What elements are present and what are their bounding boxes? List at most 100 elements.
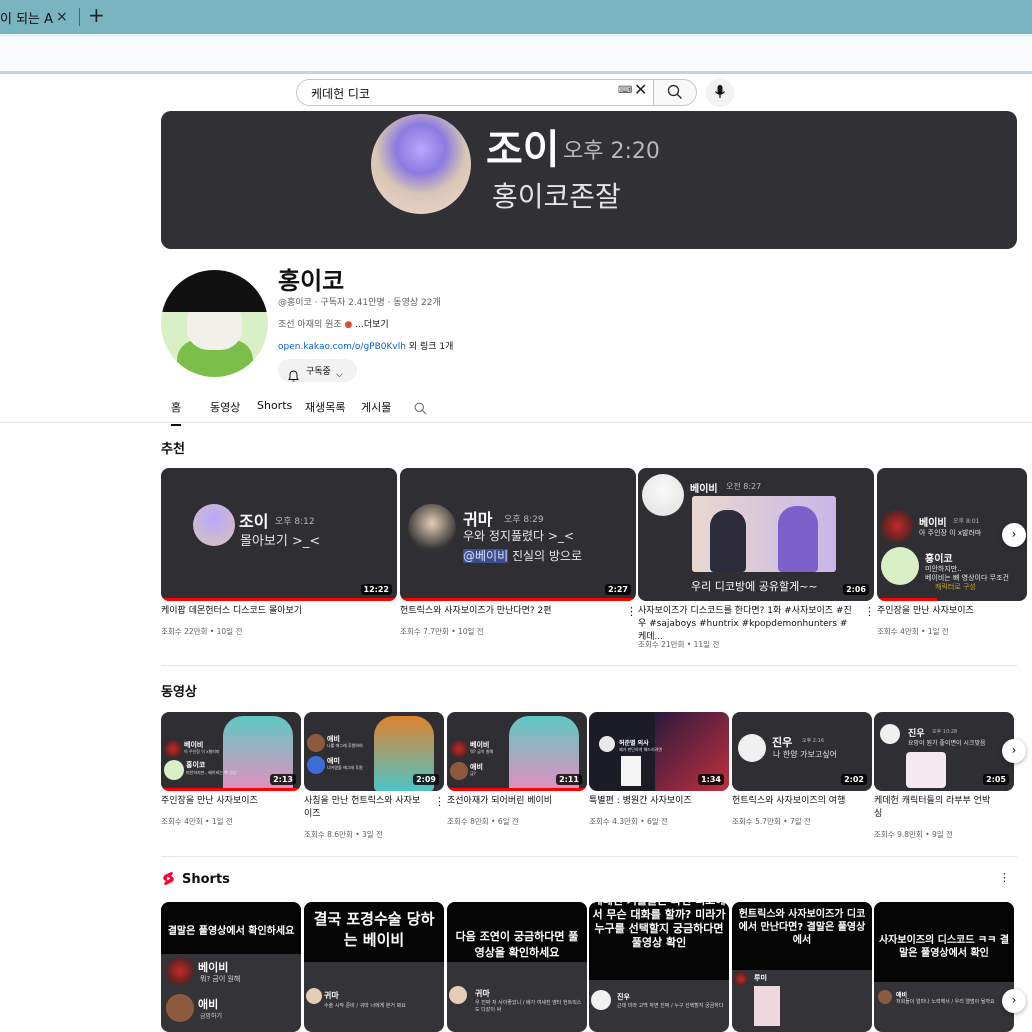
video-duration: 2:06 <box>843 584 869 595</box>
bell-icon <box>288 370 299 385</box>
channel-link-more[interactable]: 외 링크 1개 <box>406 342 454 352</box>
more-options-icon[interactable]: ⋮ <box>864 605 874 618</box>
short-name: 루미 <box>754 974 767 982</box>
video-title[interactable]: 조선아재가 되어버린 베이비 <box>447 795 577 808</box>
more-options-icon[interactable]: ⋮ <box>626 605 636 618</box>
video-card[interactable]: 진우 오후 10:28 요망이 뭔가 좋이면이 시크맞음 2:05 케데헌 캐릭… <box>874 712 1024 842</box>
video-duration: 2:27 <box>605 584 631 595</box>
next-arrow-button[interactable]: › <box>1002 739 1026 763</box>
watch-progress-bar <box>447 788 587 791</box>
more-link[interactable]: ...더보기 <box>355 320 388 330</box>
short-card[interactable]: 다음 조연이 궁금하다면 풀영상을 확인하세요 귀마 우 진짜 저 사이좋았니 … <box>447 902 587 1032</box>
thumb-avatar <box>599 736 615 752</box>
short-name: 귀마 <box>475 989 490 998</box>
shorts-title: Shorts <box>182 872 230 887</box>
video-title[interactable]: 케이팝 데몬헌터스 디스코드 몰아보기 <box>161 605 387 618</box>
shorts-menu-icon[interactable]: ⋮ <box>999 871 1010 884</box>
short-message: 수술 시작 준비 / 귀마 너에게 본거 봐요 <box>324 1003 406 1009</box>
thumb-message: 아 주인장 이 x발러마 <box>919 529 982 537</box>
keyboard-icon[interactable]: ⌨ <box>618 85 632 96</box>
short-card[interactable]: 결말은 풀영상에서 확인하세요 베이비 뭐? 금이 원해 애비 금망하기 <box>161 902 301 1032</box>
video-card[interactable]: 베이비 오후 8:01 아 주인장 이 x발러마 홍이코 미안하지만.. 베이비… <box>877 468 1032 648</box>
video-title[interactable]: 헌트릭스와 사자보이즈의 여행 <box>732 795 862 808</box>
thumb-name-2: 홍이코 <box>925 554 953 565</box>
short-card[interactable]: 케데헌 커플들은 과연 디코에서 무슨 대화를 할까? 미라가 누구를 선택할지… <box>589 902 729 1032</box>
video-thumbnail[interactable]: 진우 오후 10:28 요망이 뭔가 좋이면이 시크맞음 2:05 <box>874 712 1014 791</box>
short-headline: 결국 포경수술 당하는 베이비 <box>304 902 444 962</box>
thumb-message: 요망이 뭔가 좋이면이 시크맞음 <box>908 740 986 747</box>
short-image <box>754 986 780 1026</box>
thumb-time: 오후 2:16 <box>802 738 825 744</box>
thumb-message-2: @베이비 진실의 방으로 <box>463 547 582 564</box>
thumb-message: 나 한양 가보고싶어 <box>773 750 837 759</box>
video-card[interactable]: 진우 오후 2:16 나 한양 가보고싶어 2:02 헌트릭스와 사자보이즈의 … <box>732 712 872 842</box>
thumb-message-2: 미안하지만.. 베이비는 뼈 영상 <box>186 770 237 775</box>
mention-text: 진실의 방으로 <box>508 549 582 563</box>
clear-search-icon[interactable]: ✕ <box>634 80 647 99</box>
short-avatar <box>591 990 611 1010</box>
video-meta: 조회수 4.3만회 • 6일 전 <box>589 817 668 826</box>
next-arrow-button[interactable]: › <box>1002 989 1026 1013</box>
video-duration: 2:13 <box>270 774 296 785</box>
video-thumbnail[interactable]: 진우 오후 2:16 나 한양 가보고싶어 2:02 <box>732 712 872 791</box>
video-thumbnail[interactable]: 조이 오후 8:12 몰아보기 >_< 12:22 <box>161 468 397 601</box>
more-options-icon[interactable]: ⋮ <box>434 795 444 808</box>
video-card[interactable]: 베이비 이 주인장 이 x발러마 홍이코 미안하지만.. 베이비는 뼈 영상 2… <box>161 712 301 842</box>
tab-separator <box>79 8 80 26</box>
short-card[interactable]: 결국 포경수술 당하는 베이비 귀마 수술 시작 준비 / 귀마 너에게 본거 … <box>304 902 444 1032</box>
search-button[interactable] <box>654 79 697 106</box>
video-title[interactable]: 사칭을 만난 헌트릭스와 사자보이즈 <box>304 795 422 821</box>
thumb-message: 몰아보기 >_< <box>240 534 321 549</box>
channel-avatar[interactable] <box>161 270 268 377</box>
tab-posts[interactable]: 게시물 <box>361 399 391 415</box>
video-card[interactable]: 베이비 뭐? 금이 원해 애비 금? 2:11 조선아재가 되어버린 베이비 조… <box>447 712 587 842</box>
banner-time: 오후 2:20 <box>563 139 660 164</box>
video-title[interactable]: 케데헌 캐릭터들의 라부부 언박싱 <box>874 795 998 821</box>
thumb-message: 우리 디코방에 공유할게~~ <box>691 580 818 593</box>
video-duration: 2:02 <box>841 774 867 785</box>
chevron-right-icon: › <box>1011 993 1017 1007</box>
subscribe-button[interactable]: 구독중 ⌵ <box>278 359 357 382</box>
video-card[interactable]: 조이 오후 8:12 몰아보기 >_< 12:22 케이팝 데몬헌터스 디스코드… <box>161 468 397 648</box>
video-title[interactable]: 주인장을 만난 사자보이즈 <box>877 605 1027 618</box>
thumb-avatar-2 <box>307 756 325 774</box>
channel-description[interactable]: 조선 아재의 원조 ● ...더보기 <box>278 317 389 330</box>
video-card[interactable]: 베이비 오전 8:27 우리 디코방에 공유할게~~ 2:06 사자보이즈가 디… <box>638 468 874 653</box>
video-card[interactable]: 허준별 의사 제가 판단하게 해드리려면 1:34 특별편 : 병원간 사자보이… <box>589 712 729 842</box>
video-card[interactable]: 귀마 오후 8:29 우와 정지풀렸다 >_< @베이비 진실의 방으로 2:2… <box>400 468 636 648</box>
voice-search-button[interactable] <box>706 79 734 107</box>
search-input[interactable]: 케데헌 디코 <box>296 79 654 106</box>
browser-tab-title: 이 되는 A <box>0 12 54 27</box>
short-card[interactable]: 사자보이즈의 디스코드 ㅋㅋ 결말은 풀영상에서 확인 애비 저희들이 얼마나 … <box>874 902 1014 1032</box>
short-headline: 다음 조연이 궁금하다면 풀영상을 확인하세요 <box>447 902 587 962</box>
video-thumbnail[interactable]: 베이비 뭐? 금이 원해 애비 금? 2:11 <box>447 712 587 791</box>
channel-link-url[interactable]: open.kakao.com/o/gPB0Kvlh <box>278 342 406 352</box>
chevron-down-icon: ⌵ <box>336 370 343 380</box>
video-title[interactable]: 주인장을 만난 사자보이즈 <box>161 795 291 808</box>
new-tab-icon[interactable]: + <box>88 3 105 27</box>
banner-avatar <box>371 114 471 214</box>
tab-playlists[interactable]: 재생목록 <box>305 399 345 415</box>
video-thumbnail[interactable]: 귀마 오후 8:29 우와 정지풀렸다 >_< @베이비 진실의 방으로 2:2… <box>400 468 636 601</box>
video-title[interactable]: 헌트릭스와 사자보이즈가 만난다면? 2편 <box>400 605 618 618</box>
tab-videos[interactable]: 동영상 <box>210 399 240 415</box>
channel-search-icon[interactable] <box>414 400 427 419</box>
thumb-message-2: 너어렸을 애그래 후원 <box>327 765 363 770</box>
short-card[interactable]: 헌트릭스와 사자보이즈가 디코에서 만난다면? 결말은 풀영상에서 루미 <box>732 902 872 1032</box>
next-arrow-button[interactable]: › <box>1002 523 1026 547</box>
thumb-time: 오후 8:01 <box>953 518 980 525</box>
watch-progress-bar <box>161 788 301 791</box>
video-thumbnail[interactable]: 베이비 오전 8:27 우리 디코방에 공유할게~~ 2:06 <box>638 468 874 601</box>
video-thumbnail[interactable]: 허준별 의사 제가 판단하게 해드리려면 1:34 <box>589 712 729 791</box>
video-duration: 2:05 <box>983 774 1009 785</box>
video-thumbnail[interactable]: 베이비 이 주인장 이 x발러마 홍이코 미안하지만.. 베이비는 뼈 영상 2… <box>161 712 301 791</box>
short-name: 귀마 <box>324 991 339 1000</box>
tab-shorts[interactable]: Shorts <box>257 399 292 412</box>
thumb-avatar-2 <box>164 760 184 780</box>
video-card[interactable]: 애비 나를 애그래 후원하여 애미 너어렸을 애그래 후원 2:09 사칭을 만… <box>304 712 444 842</box>
tab-close-icon[interactable]: × <box>56 9 68 25</box>
channel-link[interactable]: open.kakao.com/o/gPB0Kvlh 외 링크 1개 <box>278 339 453 352</box>
thumb-figure-2 <box>778 506 818 572</box>
video-thumbnail[interactable]: 애비 나를 애그래 후원하여 애미 너어렸을 애그래 후원 2:09 <box>304 712 444 791</box>
video-title[interactable]: 특별편 : 병원간 사자보이즈 <box>589 795 719 808</box>
